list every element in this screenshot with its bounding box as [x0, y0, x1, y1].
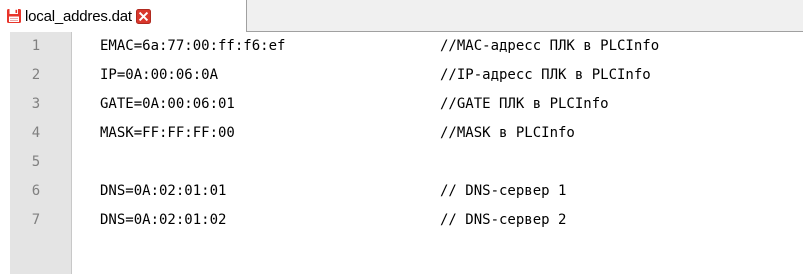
editor-window: local_addres.dat 1 2 3 4 5 6 7 EMAC=6a:7… [0, 0, 803, 274]
code-line[interactable]: MASK=FF:FF:FF:00 //MASK в PLCInfo [72, 119, 575, 148]
line-number: 2 [31, 67, 41, 83]
code-line-text: DNS=0A:02:01:02 [100, 212, 227, 228]
code-line-text: DNS=0A:02:01:01 [100, 183, 227, 199]
code-line-comment: // DNS-сервер 1 [440, 183, 567, 199]
editor-area[interactable]: 1 2 3 4 5 6 7 EMAC=6a:77:00:ff:f6:ef //M… [0, 32, 803, 274]
code-line[interactable] [72, 148, 139, 177]
code-line-comment: // DNS-сервер 2 [440, 212, 567, 228]
line-number: 3 [31, 96, 41, 112]
tab-local-addres-dat[interactable]: local_addres.dat [0, 0, 247, 32]
code-line[interactable]: IP=0A:00:06:0A //IP-адресс ПЛК в PLCInfo [72, 61, 651, 90]
line-number: 6 [31, 183, 41, 199]
code-line-text: EMAC=6a:77:00:ff:f6:ef [100, 38, 286, 54]
line-number: 5 [31, 154, 41, 170]
code-line-text: IP=0A:00:06:0A [100, 67, 219, 83]
code-line[interactable]: EMAC=6a:77:00:ff:f6:ef //MAC-адресс ПЛК … [72, 32, 659, 61]
code-line[interactable]: DNS=0A:02:01:02 // DNS-сервер 2 [72, 206, 566, 235]
line-number: 7 [31, 212, 41, 228]
code-line[interactable]: GATE=0A:00:06:01 //GATE ПЛК в PLCInfo [72, 90, 609, 119]
code-line-comment: //GATE ПЛК в PLCInfo [440, 96, 609, 112]
code-line-comment: //IP-адресс ПЛК в PLCInfo [440, 67, 651, 83]
code-line-comment: //MAC-адресс ПЛК в PLCInfo [440, 38, 660, 54]
tab-filename: local_addres.dat [25, 7, 132, 25]
code-line[interactable]: DNS=0A:02:01:01 // DNS-сервер 1 [72, 177, 566, 206]
line-number: 4 [31, 125, 41, 141]
floppy-disk-icon [7, 9, 21, 23]
code-line-text: GATE=0A:00:06:01 [100, 96, 235, 112]
code-line-comment: //MASK в PLCInfo [440, 125, 575, 141]
close-icon[interactable] [135, 8, 151, 24]
tab-bar: local_addres.dat [0, 0, 803, 32]
code-line-text: MASK=FF:FF:FF:00 [100, 125, 235, 141]
code-text-area[interactable]: EMAC=6a:77:00:ff:f6:ef //MAC-адресс ПЛК … [72, 32, 803, 274]
line-number: 1 [31, 38, 41, 54]
